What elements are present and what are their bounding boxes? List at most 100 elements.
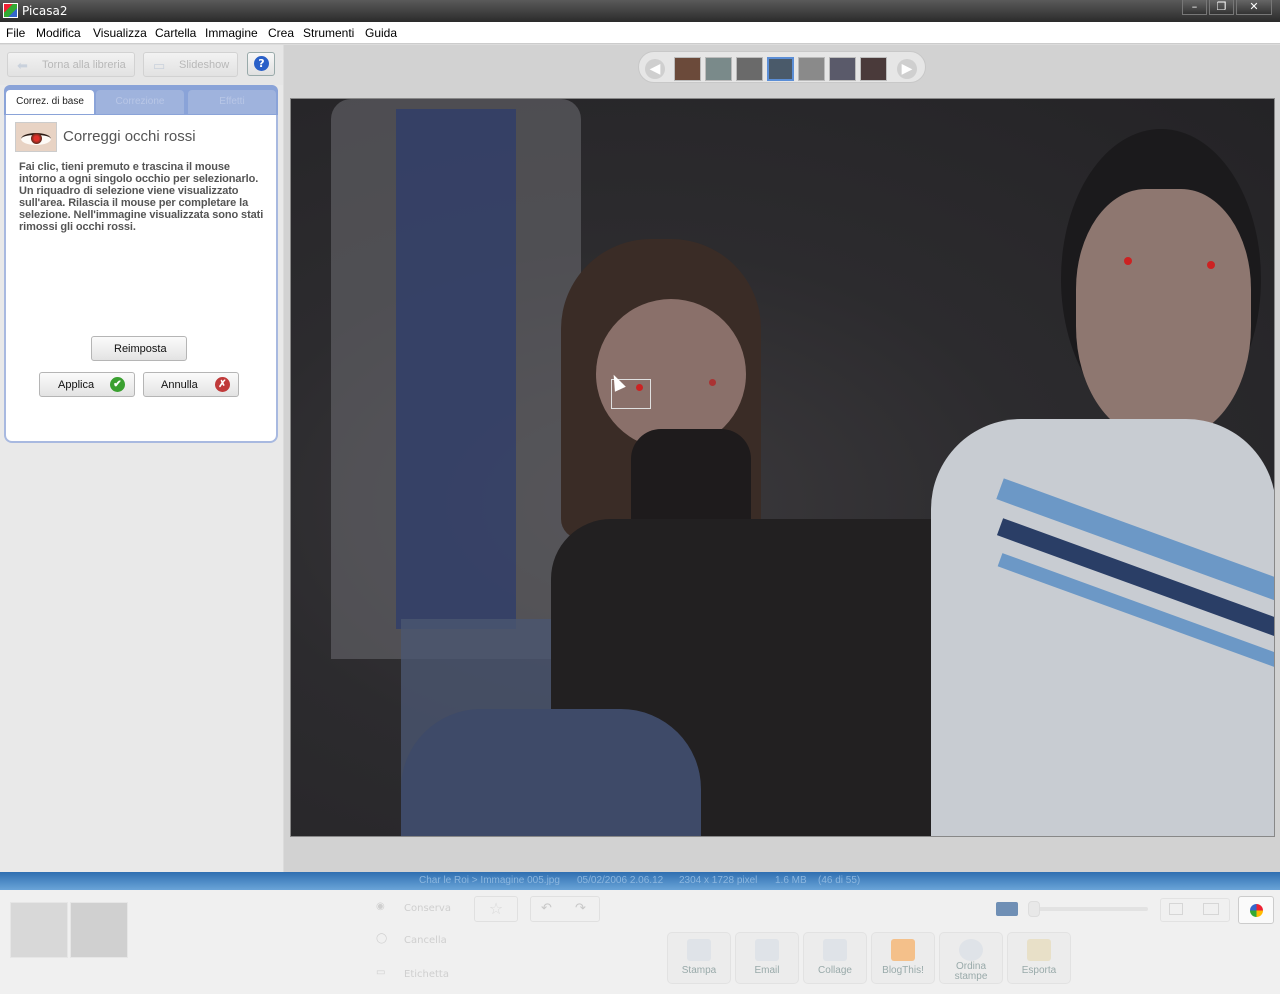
- envelope-icon: [755, 939, 779, 961]
- zoom-picture-icon: [996, 902, 1018, 916]
- menu-modifica[interactable]: Modifica: [36, 26, 81, 40]
- email-button[interactable]: Email: [735, 932, 799, 984]
- bottom-tray: ◉ Conserva ◯ Cancella ▭ Etichetta ☆ ↶ ↷ …: [0, 890, 1280, 994]
- print-button[interactable]: Stampa: [667, 932, 731, 984]
- next-arrow-icon[interactable]: ▶: [897, 59, 917, 79]
- file-path: Char le Roi > Immagine 005.jpg: [419, 875, 560, 886]
- tab-effects[interactable]: Effetti: [188, 90, 276, 114]
- window-title: Picasa2: [22, 4, 68, 18]
- hold-label: Conserva: [404, 903, 451, 914]
- thumbnail[interactable]: [860, 57, 887, 81]
- export-folder-icon: [1027, 939, 1051, 961]
- compare-view-icon[interactable]: [1203, 903, 1219, 915]
- file-date: 05/02/2006 2.06.12: [577, 875, 664, 886]
- back-to-library-button[interactable]: ⬅ Torna alla libreria: [7, 52, 135, 77]
- picasa-web-button[interactable]: [1238, 896, 1274, 924]
- back-to-library-label: Torna alla libreria: [42, 59, 126, 71]
- zoom-slider-handle[interactable]: [1028, 901, 1040, 917]
- label-label: Etichetta: [404, 969, 449, 980]
- reset-button[interactable]: Reimposta: [91, 336, 187, 361]
- previous-arrow-icon[interactable]: ◀: [645, 59, 665, 79]
- reset-label: Reimposta: [114, 343, 167, 355]
- printer-icon: [687, 939, 711, 961]
- star-button[interactable]: ☆: [474, 896, 518, 922]
- file-dimensions: 2304 x 1728 pixel: [679, 875, 758, 886]
- tab-tuning[interactable]: Correzione: [96, 90, 184, 114]
- tab-basic-fixes[interactable]: Correz. di base: [6, 90, 94, 114]
- apply-label: Applica: [58, 379, 95, 391]
- thumbnail[interactable]: [829, 57, 856, 81]
- left-toolbar: ⬅ Torna alla libreria ▭ Slideshow: [0, 45, 283, 85]
- rotate-buttons: ↶ ↷: [530, 896, 600, 922]
- clear-label: Cancella: [404, 935, 447, 946]
- redeye-tool-panel: Correggi occhi rossi Fai clic, tieni pre…: [4, 115, 278, 443]
- star-icon: ☆: [488, 899, 504, 918]
- help-button[interactable]: ?: [247, 52, 275, 76]
- hold-button[interactable]: ◉ Conserva: [368, 898, 468, 918]
- single-view-icon[interactable]: [1169, 903, 1183, 915]
- order-prints-label: Ordina stampe: [954, 961, 988, 982]
- arrow-left-icon: ⬅: [17, 58, 28, 73]
- menu-guida[interactable]: Guida: [365, 26, 397, 40]
- rotate-left-icon[interactable]: ↶: [541, 901, 552, 916]
- menu-immagine[interactable]: Immagine: [205, 26, 258, 40]
- red-eye: [1124, 257, 1132, 265]
- clear-icon: ◯: [376, 933, 388, 944]
- view-mode-buttons: [1160, 898, 1230, 922]
- edit-panel: Correz. di base Correzione Effetti Corre…: [0, 85, 283, 872]
- order-prints-button[interactable]: Ordina stampe: [939, 932, 1003, 984]
- file-position: (46 di 55): [818, 875, 861, 886]
- thumbnail[interactable]: [674, 57, 701, 81]
- print-label: Stampa: [681, 965, 717, 976]
- label-button[interactable]: ▭ Etichetta: [368, 964, 468, 984]
- tray-thumbnail[interactable]: [70, 902, 128, 958]
- menu-file[interactable]: File: [6, 26, 25, 40]
- picasa-logo-icon: [3, 3, 18, 18]
- picasa-web-icon: [1250, 904, 1263, 917]
- menu-cartella[interactable]: Cartella: [155, 26, 196, 40]
- tray-thumbnail[interactable]: [10, 902, 68, 958]
- photo[interactable]: [290, 98, 1275, 837]
- file-size: 1.6 MB: [775, 875, 807, 886]
- thumbnail[interactable]: [798, 57, 825, 81]
- apply-button[interactable]: Applica ✔: [39, 372, 135, 397]
- cancel-button[interactable]: Annulla ✗: [143, 372, 239, 397]
- red-eye: [1207, 261, 1215, 269]
- checkmark-icon: ✔: [110, 377, 125, 392]
- export-label: Esporta: [1021, 965, 1057, 976]
- pin-icon: ◉: [376, 901, 385, 912]
- person-left-shirt: [396, 109, 516, 629]
- clear-button[interactable]: ◯ Cancella: [368, 930, 468, 950]
- menu-visualizza[interactable]: Visualizza: [93, 26, 147, 40]
- export-button[interactable]: Esporta: [1007, 932, 1071, 984]
- rotate-right-icon[interactable]: ↷: [575, 901, 586, 916]
- collage-icon: [823, 939, 847, 961]
- thumbnail[interactable]: [705, 57, 732, 81]
- blogger-icon: [891, 939, 915, 961]
- slideshow-button[interactable]: ▭ Slideshow: [143, 52, 238, 77]
- zoom-slider[interactable]: [1028, 907, 1148, 911]
- minimize-button[interactable]: –: [1182, 0, 1207, 15]
- collage-label: Collage: [818, 965, 852, 976]
- blogthis-button[interactable]: BlogThis!: [871, 932, 935, 984]
- status-bar: Char le Roi > Immagine 005.jpg 05/02/200…: [0, 872, 1280, 890]
- close-button[interactable]: ✕: [1236, 0, 1272, 15]
- menu-crea[interactable]: Crea: [268, 26, 294, 40]
- email-label: Email: [754, 965, 780, 976]
- thumbnail-selected[interactable]: [767, 57, 794, 81]
- woman-jeans: [401, 709, 701, 836]
- cross-icon: ✗: [215, 377, 230, 392]
- slideshow-label: Slideshow: [179, 59, 230, 71]
- red-eye-icon: [15, 122, 57, 152]
- tool-description: Fai clic, tieni premuto e trascina il mo…: [19, 161, 264, 233]
- maximize-button[interactable]: ❐: [1209, 0, 1234, 15]
- thumbnail[interactable]: [736, 57, 763, 81]
- collage-button[interactable]: Collage: [803, 932, 867, 984]
- tag-icon: ▭: [376, 967, 386, 978]
- man-face: [1076, 189, 1251, 439]
- menu-strumenti[interactable]: Strumenti: [303, 26, 354, 40]
- edit-tabs: Correz. di base Correzione Effetti: [4, 85, 278, 115]
- slideshow-icon: ▭: [153, 58, 166, 73]
- help-icon: ?: [254, 56, 269, 71]
- image-viewer: ◀ ▶: [284, 45, 1280, 872]
